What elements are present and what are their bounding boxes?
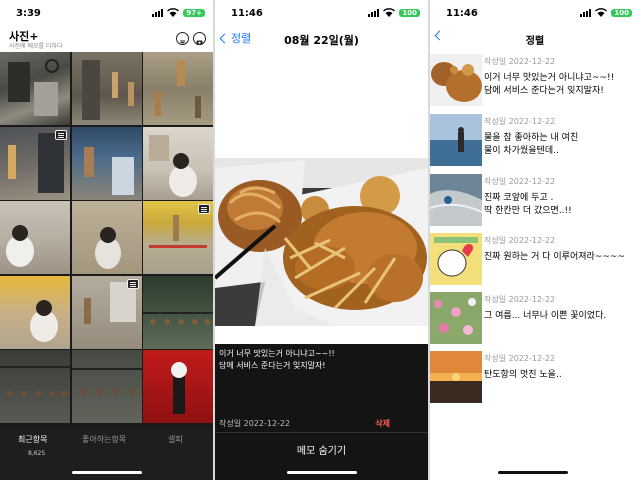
app-subtitle: 사진에 메모를 더하다 [9, 43, 63, 50]
hide-memo-label: 메모 숨기기 [296, 446, 347, 457]
tab-favorites[interactable]: 좋아하는항목 [82, 434, 126, 445]
memo-badge-icon [198, 204, 210, 214]
memo-text: 탄도항의 멋진 노을.. [484, 370, 562, 380]
photo-thumbnail[interactable] [0, 52, 70, 125]
memo-date: 작성일 2022-12-22 [484, 236, 556, 245]
thumbnail-shore [430, 174, 482, 226]
battery-icon: 100 [399, 8, 420, 17]
delete-button[interactable]: 삭제 [375, 418, 390, 429]
wifi-icon [595, 8, 608, 17]
signal-icon [368, 8, 380, 17]
list-item[interactable]: 작성일 2022-12-22 이거 너무 맛있는거 아니냐고~~!! 담에 서비… [430, 53, 640, 111]
photo-grid [0, 52, 213, 423]
hide-memo-button[interactable]: 메모 숨기기 [215, 432, 428, 480]
photo-thumbnail[interactable] [0, 350, 70, 423]
memo-text: 진짜 코앞에 두고 . 딱 한칸만 더 갔으면..!! [484, 193, 572, 216]
signal-icon [580, 8, 592, 17]
photo-thumbnail[interactable] [143, 275, 213, 349]
status-bar: 11:46 100 [215, 0, 428, 26]
status-bar: 11:46 100 [430, 0, 640, 26]
bottom-tab-bar: 최근항목 8,625 좋아하는항목 셀피 [0, 428, 213, 480]
page-title: 정렬 [525, 36, 545, 47]
memo-text: 물을 참 좋아하는 내 여친 물이 차가웠을텐데.. [484, 133, 579, 156]
memo-date: 작성일 2022-12-22 [219, 419, 291, 428]
memo-date: 작성일 2022-12-22 [484, 295, 556, 304]
photo-thumbnail[interactable] [71, 201, 142, 274]
home-indicator [498, 471, 568, 474]
list-item[interactable]: 작성일 2022-12-22 탄도항의 멋진 노을.. [430, 350, 640, 408]
photo-thumbnail[interactable] [143, 52, 213, 125]
photo-thumbnail[interactable] [143, 350, 213, 423]
photo-thumbnail[interactable] [143, 126, 213, 200]
list-item[interactable]: 작성일 2022-12-22 진짜 원하는 거 다 이루어져라~~~~ [430, 232, 640, 290]
list-item[interactable]: 작성일 2022-12-22 진짜 코앞에 두고 . 딱 한칸만 더 갔으면..… [430, 173, 640, 231]
memo-badge-icon [126, 278, 139, 289]
thumbnail-fried-chicken [430, 54, 482, 106]
thumbnail-cartoon-note [430, 233, 482, 285]
status-time: 11:46 [231, 8, 263, 19]
memo-text[interactable]: 이거 너무 맛있는거 아니냐고~~!! 담에 서비스 준다는거 잊지말자! [219, 348, 335, 372]
memo-date: 작성일 2022-12-22 [484, 354, 556, 363]
signal-icon [152, 8, 164, 17]
filter-menu-icon[interactable] [176, 32, 189, 45]
status-bar: 3:39 97+ [0, 0, 213, 26]
photo-thumbnail[interactable] [71, 275, 142, 349]
camera-icon[interactable] [193, 32, 206, 45]
nav-bar: 정렬 [430, 26, 640, 52]
photos-plus-screen: 3:39 97+ 사진+ 사진에 메모를 더하다 최근항목 8,625 좋아하는… [0, 0, 213, 480]
battery-icon: 97+ [183, 8, 205, 17]
memo-text: 그 여름... 너무나 이쁜 꽃이었다. [484, 311, 607, 321]
photo-thumbnail[interactable] [0, 126, 70, 200]
memo-date: 작성일 2022-12-22 [484, 57, 556, 66]
photo-thumbnail[interactable] [71, 52, 142, 125]
sorted-memo-list-screen: 11:46 100 정렬 작성일 2022-12-22 이거 너무 맛있는거 아… [430, 0, 640, 480]
status-time: 3:39 [16, 8, 41, 19]
list-item[interactable]: 작성일 2022-12-22 물을 참 좋아하는 내 여친 물이 차가웠을텐데.… [430, 113, 640, 171]
memo-date: 작성일 2022-12-22 [484, 117, 556, 126]
photo-fried-chicken [215, 158, 428, 326]
photo-thumbnail[interactable] [71, 350, 142, 423]
wifi-icon [167, 8, 180, 17]
tab-selfies[interactable]: 셀피 [168, 434, 183, 445]
photo-thumbnail[interactable] [143, 201, 213, 274]
thumbnail-beach [430, 114, 482, 166]
memo-text: 이거 너무 맛있는거 아니냐고~~!! 담에 서비스 준다는거 잊지말자! [484, 73, 615, 96]
status-time: 11:46 [446, 8, 478, 19]
list-item[interactable]: 작성일 2022-12-22 그 여름... 너무나 이쁜 꽃이었다. [430, 291, 640, 349]
memo-panel: 이거 너무 맛있는거 아니냐고~~!! 담에 서비스 준다는거 잊지말자! 작성… [215, 344, 428, 432]
photo-thumbnail[interactable] [0, 275, 70, 349]
memo-detail-screen: 11:46 100 정렬 08월 22일(월) 이거 너무 맛있는거 아니냐고~… [215, 0, 428, 480]
photo-count: 8,625 [28, 450, 46, 457]
thumbnail-flowers [430, 292, 482, 344]
photo-thumbnail[interactable] [71, 126, 142, 200]
memo-date: 작성일 2022-12-22 [484, 177, 556, 186]
memo-badge-icon [55, 129, 67, 140]
page-title: 08월 22일(월) [284, 34, 359, 47]
memo-text: 진짜 원하는 거 다 이루어져라~~~~ [484, 252, 625, 262]
wifi-icon [383, 8, 396, 17]
tab-recents[interactable]: 최근항목 [18, 434, 47, 445]
home-indicator [72, 471, 142, 474]
home-indicator [287, 471, 357, 474]
thumbnail-sunset [430, 351, 482, 403]
battery-icon: 100 [611, 8, 632, 17]
app-header: 사진+ 사진에 메모를 더하다 [0, 26, 213, 52]
photo-thumbnail[interactable] [0, 201, 70, 274]
nav-bar: 정렬 08월 22일(월) [215, 26, 428, 52]
